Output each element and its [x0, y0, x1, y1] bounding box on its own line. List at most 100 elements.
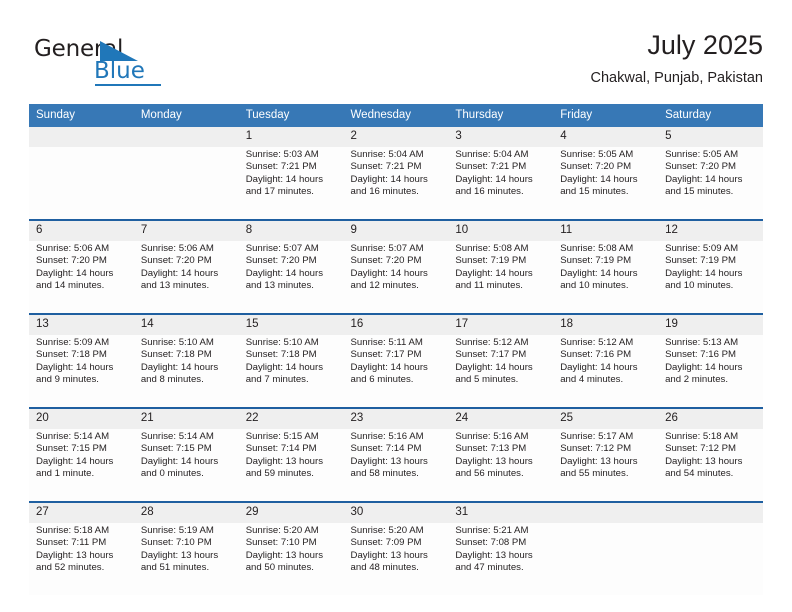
day-cell[interactable]: Sunrise: 5:18 AM Sunset: 7:11 PM Daylight:… — [29, 523, 134, 595]
day-cell[interactable]: Sunrise: 5:09 AM Sunset: 7:19 PM Daylight:… — [658, 241, 763, 313]
day-cell[interactable]: Sunrise: 5:04 AM Sunset: 7:21 PM Daylight:… — [448, 147, 554, 219]
day-cell[interactable]: Sunrise: 5:05 AM Sunset: 7:20 PM Daylight:… — [658, 147, 763, 219]
day-number: 10 — [448, 221, 554, 241]
day-info-line: and 5 minutes. — [455, 374, 519, 386]
day-cell[interactable]: Sunrise: 5:10 AM Sunset: 7:18 PM Daylight:… — [238, 335, 344, 407]
day-cell[interactable]: Sunrise: 5:08 AM Sunset: 7:19 PM Daylight:… — [553, 241, 659, 313]
day-cell[interactable]: Sunrise: 5:15 AM Sunset: 7:14 PM Daylight:… — [238, 429, 344, 501]
day-info-line: Daylight: 14 hours — [350, 267, 428, 279]
day-info-line: and 50 minutes. — [245, 562, 314, 574]
day-cell[interactable]: Sunrise: 5:19 AM Sunset: 7:10 PM Daylight:… — [133, 523, 239, 595]
day-number: 8 — [238, 221, 344, 241]
day-number: 15 — [238, 315, 344, 335]
weekday-header-monday: Monday — [133, 104, 239, 127]
day-info-line: and 0 minutes. — [140, 468, 204, 480]
day-cell[interactable]: Sunrise: 5:09 AM Sunset: 7:18 PM Daylight:… — [29, 335, 134, 407]
day-number: 17 — [448, 315, 554, 335]
day-cell[interactable]: Sunrise: 5:12 AM Sunset: 7:16 PM Daylight:… — [553, 335, 659, 407]
day-info-line: Sunset: 7:18 PM — [245, 349, 317, 361]
day-cell[interactable]: Sunrise: 5:13 AM Sunset: 7:16 PM Daylight:… — [658, 335, 763, 407]
day-info-line: and 9 minutes. — [36, 374, 99, 386]
day-cell[interactable]: Sunrise: 5:06 AM Sunset: 7:20 PM Daylight:… — [133, 241, 239, 313]
day-cell[interactable]: Sunrise: 5:05 AM Sunset: 7:20 PM Daylight:… — [553, 147, 659, 219]
day-info-line: Daylight: 14 hours — [560, 361, 638, 373]
day-detail-row: Sunrise: 5:18 AM Sunset: 7:11 PM Daylight:… — [29, 523, 763, 595]
calendar-page: General Blue July 2025 Chakwal, Punjab, … — [0, 0, 792, 612]
day-info-line: Sunset: 7:09 PM — [350, 537, 422, 549]
day-cell[interactable]: Sunrise: 5:16 AM Sunset: 7:14 PM Daylight:… — [343, 429, 449, 501]
day-info-line: Sunrise: 5:09 AM — [665, 243, 739, 254]
day-cell[interactable]: Sunrise: 5:07 AM Sunset: 7:20 PM Daylight:… — [343, 241, 449, 313]
day-number: 12 — [658, 221, 763, 241]
day-info-line: Sunrise: 5:05 AM — [665, 149, 739, 160]
day-info-line: Sunrise: 5:21 AM — [455, 525, 529, 536]
day-cell[interactable]: Sunrise: 5:06 AM Sunset: 7:20 PM Daylight:… — [29, 241, 134, 313]
day-number-row: 6 7 8 9 10 11 12 — [29, 221, 763, 241]
day-info-line: Sunset: 7:19 PM — [560, 255, 632, 267]
day-cell[interactable]: Sunrise: 5:14 AM Sunset: 7:15 PM Daylight:… — [133, 429, 239, 501]
weekday-header-sunday: Sunday — [29, 104, 134, 127]
day-info-line: and 12 minutes. — [350, 280, 419, 292]
day-cell[interactable]: Sunrise: 5:17 AM Sunset: 7:12 PM Daylight:… — [553, 429, 659, 501]
day-info-line: Daylight: 14 hours — [245, 267, 324, 279]
day-info-line: Daylight: 14 hours — [245, 361, 324, 373]
day-number-empty — [133, 127, 239, 147]
day-info-line: Sunrise: 5:04 AM — [455, 149, 529, 160]
day-info-line: and 10 minutes. — [560, 280, 629, 292]
day-info-line: Sunset: 7:17 PM — [350, 349, 422, 361]
day-info-line: Sunrise: 5:20 AM — [245, 525, 319, 536]
day-cell[interactable]: Sunrise: 5:08 AM Sunset: 7:19 PM Daylight:… — [448, 241, 554, 313]
day-info-line: Sunset: 7:08 PM — [455, 537, 527, 549]
day-cell[interactable]: Sunrise: 5:21 AM Sunset: 7:08 PM Daylight:… — [448, 523, 554, 595]
day-info-line: and 4 minutes. — [560, 374, 624, 386]
day-info-line: Sunrise: 5:10 AM — [245, 337, 319, 348]
day-info-line: Daylight: 14 hours — [350, 173, 428, 185]
day-info-line: Daylight: 14 hours — [455, 267, 533, 279]
day-info-line: and 15 minutes. — [560, 186, 629, 198]
day-cell[interactable]: Sunrise: 5:14 AM Sunset: 7:15 PM Daylight:… — [29, 429, 134, 501]
day-info-line: and 13 minutes. — [140, 280, 210, 292]
day-info-line: Sunset: 7:12 PM — [560, 443, 632, 455]
page-header: General Blue July 2025 Chakwal, Punjab, … — [29, 28, 763, 98]
day-info-line: Sunset: 7:15 PM — [140, 443, 212, 455]
day-info-line: Sunset: 7:21 PM — [350, 161, 422, 173]
day-number: 19 — [658, 315, 763, 335]
day-info-line: Sunset: 7:21 PM — [455, 161, 527, 173]
day-info-line: and 11 minutes. — [455, 280, 523, 292]
day-info-line: Sunset: 7:18 PM — [36, 349, 107, 361]
day-info-line: Sunset: 7:19 PM — [665, 255, 736, 267]
day-cell[interactable]: Sunrise: 5:07 AM Sunset: 7:20 PM Daylight:… — [238, 241, 344, 313]
day-cell[interactable]: Sunrise: 5:10 AM Sunset: 7:18 PM Daylight:… — [133, 335, 239, 407]
day-info-line: Sunrise: 5:13 AM — [665, 337, 739, 348]
day-cell-empty — [29, 147, 134, 219]
day-info-line: Sunset: 7:13 PM — [455, 443, 527, 455]
day-info-line: Sunset: 7:14 PM — [245, 443, 317, 455]
day-cell[interactable]: Sunrise: 5:04 AM Sunset: 7:21 PM Daylight:… — [343, 147, 449, 219]
day-info-line: and 56 minutes. — [455, 468, 524, 480]
day-info-line: and 48 minutes. — [350, 562, 419, 574]
day-info-line: Sunrise: 5:11 AM — [350, 337, 423, 348]
day-info-line: Sunset: 7:16 PM — [560, 349, 632, 361]
day-info-line: Sunrise: 5:10 AM — [140, 337, 214, 348]
day-cell[interactable]: Sunrise: 5:03 AM Sunset: 7:21 PM Daylight:… — [238, 147, 344, 219]
day-number: 24 — [448, 409, 554, 429]
day-cell[interactable]: Sunrise: 5:12 AM Sunset: 7:17 PM Daylight:… — [448, 335, 554, 407]
day-cell[interactable]: Sunrise: 5:16 AM Sunset: 7:13 PM Daylight:… — [448, 429, 554, 501]
day-info-line: Sunrise: 5:08 AM — [455, 243, 529, 254]
calendar-header-row: Sunday Monday Tuesday Wednesday Thursday Frid… — [29, 104, 763, 127]
page-subtitle: Chakwal, Punjab, Pakistan — [590, 70, 764, 86]
day-number: 9 — [343, 221, 449, 241]
day-info-line: Daylight: 13 hours — [140, 549, 219, 561]
day-detail-row: Sunrise: 5:14 AM Sunset: 7:15 PM Daylight:… — [29, 429, 763, 501]
day-cell[interactable]: Sunrise: 5:20 AM Sunset: 7:09 PM Daylight:… — [343, 523, 449, 595]
day-cell[interactable]: Sunrise: 5:11 AM Sunset: 7:17 PM Daylight:… — [343, 335, 449, 407]
day-info-line: Daylight: 13 hours — [36, 549, 114, 561]
day-info-line: Daylight: 13 hours — [245, 455, 324, 467]
day-info-line: Sunrise: 5:18 AM — [36, 525, 110, 536]
day-cell[interactable]: Sunrise: 5:18 AM Sunset: 7:12 PM Daylight:… — [658, 429, 763, 501]
day-cell-empty — [133, 147, 239, 219]
day-cell[interactable]: Sunrise: 5:20 AM Sunset: 7:10 PM Daylight:… — [238, 523, 344, 595]
day-info-line: Daylight: 13 hours — [245, 549, 324, 561]
day-info-line: Daylight: 14 hours — [245, 173, 324, 185]
day-number: 3 — [448, 127, 554, 147]
